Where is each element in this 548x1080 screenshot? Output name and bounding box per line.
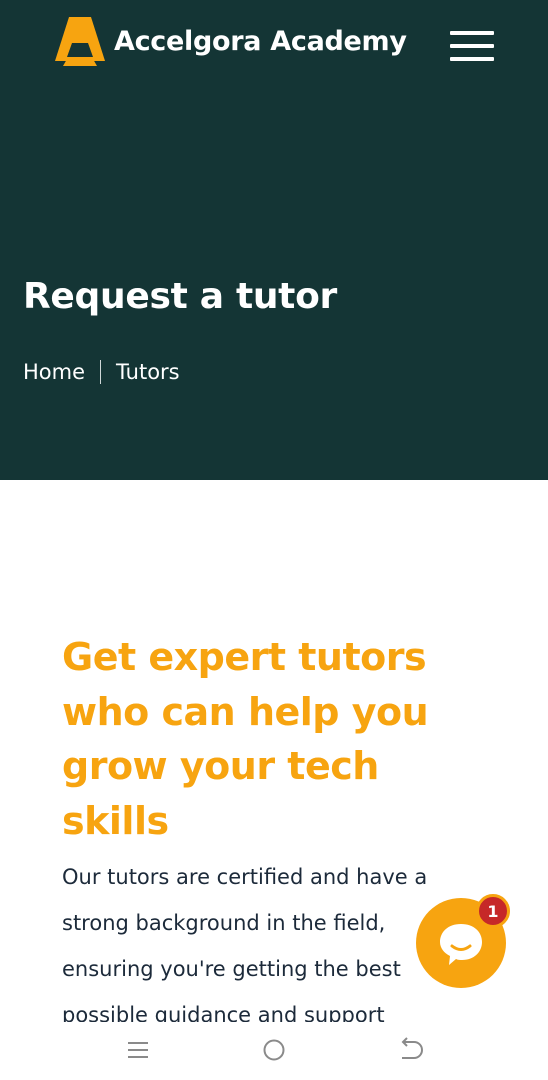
chat-notification-badge: 1 bbox=[476, 894, 510, 928]
brand-name: Accelgora Academy bbox=[114, 25, 407, 57]
breadcrumb-current: Tutors bbox=[116, 360, 180, 384]
accelgora-a-logo-icon bbox=[54, 15, 106, 67]
breadcrumb: Home Tutors bbox=[23, 360, 180, 384]
section-headline: Get expert tutors who can help you grow … bbox=[62, 635, 429, 843]
breadcrumb-separator bbox=[100, 360, 102, 384]
menu-line bbox=[450, 57, 494, 61]
brand-logo-link[interactable]: Accelgora Academy bbox=[54, 14, 407, 68]
recent-apps-icon[interactable] bbox=[118, 1032, 158, 1068]
hero-banner: Accelgora Academy Request a tutor Home T… bbox=[0, 0, 548, 480]
back-icon[interactable] bbox=[390, 1032, 430, 1068]
menu-line bbox=[450, 31, 494, 35]
system-navigation-bar bbox=[0, 1022, 548, 1080]
home-circle-icon[interactable] bbox=[254, 1032, 294, 1068]
page-title: Request a tutor bbox=[23, 276, 337, 317]
breadcrumb-home-link[interactable]: Home bbox=[23, 360, 85, 384]
hamburger-menu-icon[interactable] bbox=[446, 28, 498, 64]
menu-line bbox=[450, 44, 494, 48]
